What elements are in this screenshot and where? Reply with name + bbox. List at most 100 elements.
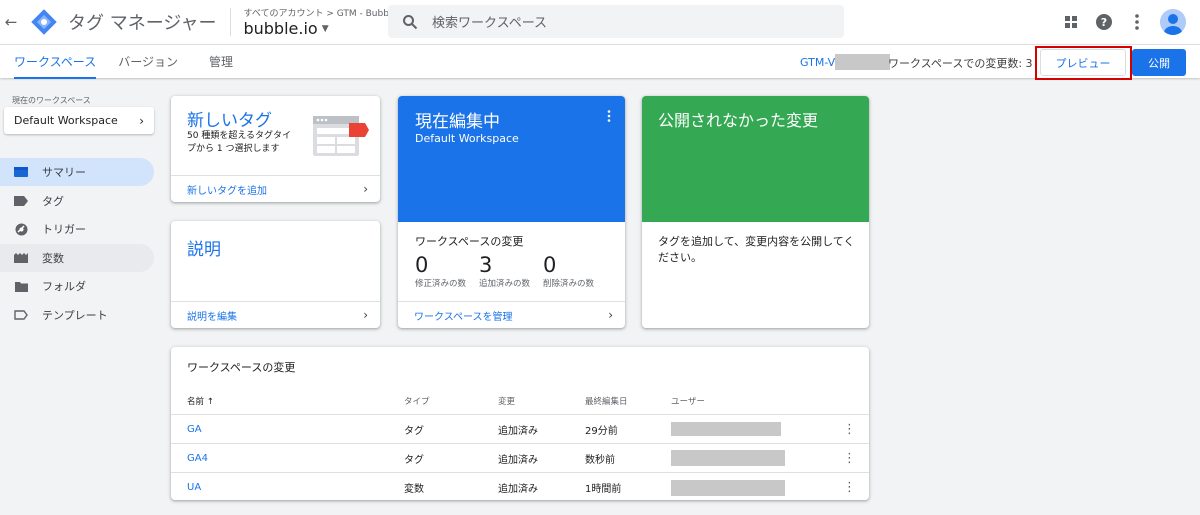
more-vert-icon[interactable]: ⋮ (843, 451, 856, 466)
folder-icon (14, 279, 28, 293)
stat-label: 削除済みの数 (543, 279, 595, 289)
sidebar-nav: サマリー タグ トリガー 変数 フォルダ テンプレート (0, 158, 154, 329)
chevron-right-icon: › (363, 182, 368, 196)
table-row[interactable]: GA タグ 追加済み 29分前 ⋮ (171, 415, 869, 444)
stat-deleted: 0 削除済みの数 (543, 253, 607, 289)
workspace-changes-count: ワークスペースでの変更数: 3 (888, 57, 1033, 70)
workspace-changes-table-card: ワークスペースの変更 名前 ↑ タイプ 変更 最終編集日 ユーザー GA タグ … (171, 347, 869, 500)
redacted-id (835, 54, 891, 70)
current-workspace-label: 現在のワークスペース (12, 96, 91, 105)
trigger-icon (14, 222, 28, 236)
column-header-name[interactable]: 名前 ↑ (187, 395, 214, 407)
description-title: 説明 (187, 240, 221, 260)
new-tag-description: 50 種類を超えるタグタイプから 1 つ選択します (187, 131, 292, 154)
description-footer[interactable]: 説明を編集 › (171, 301, 380, 328)
svg-text:?: ? (1101, 16, 1107, 29)
current-workspace-name: Default Workspace (415, 132, 519, 145)
variables-icon (14, 251, 28, 265)
search-bar[interactable]: 検索ワークスペース (388, 5, 844, 38)
sidebar-item-label: サマリー (42, 166, 86, 179)
currently-editing-title: 現在編集中 (415, 112, 500, 132)
tab-versions[interactable]: バージョン (118, 45, 178, 79)
column-header-user: ユーザー (671, 396, 705, 407)
more-vert-icon[interactable] (1127, 12, 1147, 32)
sidebar-item-templates[interactable]: テンプレート (0, 301, 154, 329)
sidebar-item-folders[interactable]: フォルダ (0, 272, 154, 300)
container-id-label: GTM-V (800, 55, 836, 69)
manage-workspace-link[interactable]: ワークスペースを管理 (414, 308, 513, 323)
row-change: 追加済み (498, 454, 538, 466)
table-title: ワークスペースの変更 (187, 361, 296, 374)
row-name-link[interactable]: GA (187, 424, 202, 435)
summary-icon (14, 165, 28, 179)
tag-icon (14, 194, 28, 208)
tab-workspace[interactable]: ワークスペース (14, 45, 97, 79)
search-placeholder: 検索ワークスペース (432, 16, 548, 31)
sidebar-item-label: 変数 (42, 251, 64, 265)
row-name-link[interactable]: UA (187, 482, 201, 493)
row-name-link[interactable]: GA4 (187, 453, 208, 464)
sidebar-item-label: テンプレート (42, 308, 108, 322)
change-stats: 0 修正済みの数 3 追加済みの数 0 削除済みの数 (415, 253, 607, 289)
currently-editing-card: 現在編集中 Default Workspace ワークスペースの変更 0 修正済… (398, 96, 625, 328)
workspace-name: Default Workspace (14, 114, 118, 127)
workspace-changes-title: ワークスペースの変更 (415, 235, 524, 248)
new-tag-title: 新しいタグ (187, 111, 272, 131)
new-tag-footer[interactable]: 新しいタグを追加 › (171, 175, 380, 202)
sidebar-item-summary[interactable]: サマリー (0, 158, 154, 186)
workspace-tab-bar: ワークスペース バージョン 管理 GTM-V ワークスペースでの変更数: 3 プ… (0, 44, 1200, 80)
top-app-bar: ← タグ マネージャー すべてのアカウント > GTM - Bubble連携 b… (0, 0, 1200, 44)
more-vert-icon[interactable]: ⋮ (843, 422, 856, 437)
arrow-left-icon[interactable]: ← (0, 13, 22, 31)
row-edited: 29分前 (585, 425, 618, 437)
sidebar-item-triggers[interactable]: トリガー (0, 215, 154, 243)
redacted-user (671, 479, 785, 496)
row-type: タグ (404, 425, 424, 437)
caret-down-icon: ▼ (321, 23, 329, 34)
workspace-selector[interactable]: Default Workspace › (4, 107, 154, 134)
sidebar-item-label: トリガー (42, 223, 86, 236)
unpublished-title: 公開されなかった変更 (658, 111, 819, 130)
sidebar-item-tags[interactable]: タグ (0, 187, 154, 215)
search-icon (402, 14, 418, 30)
tag-manager-logo (30, 8, 58, 36)
stat-modified: 0 修正済みの数 (415, 253, 479, 289)
sidebar: 現在のワークスペース Default Workspace › サマリー タグ ト… (0, 78, 160, 515)
row-edited: 数秒前 (585, 454, 615, 466)
stat-label: 追加済みの数 (479, 279, 531, 289)
redacted-user (671, 422, 781, 436)
stat-added: 3 追加済みの数 (479, 253, 543, 289)
table-row[interactable]: GA4 タグ 追加済み 数秒前 ⋮ (171, 444, 869, 473)
more-vert-icon[interactable] (607, 110, 611, 125)
tag-illustration-icon (311, 114, 371, 162)
description-card[interactable]: 説明 説明を編集 › (171, 221, 380, 328)
stat-value: 0 (415, 253, 429, 277)
unpublished-changes-card: 公開されなかった変更 タグを追加して、変更内容を公開してください。 (642, 96, 869, 328)
new-tag-card[interactable]: 新しいタグ 50 種類を超えるタグタイプから 1 つ選択します 新しいタグを追加… (171, 96, 380, 202)
header-divider (230, 8, 232, 36)
edit-description-link[interactable]: 説明を編集 (187, 308, 237, 323)
sidebar-item-label: フォルダ (42, 280, 86, 293)
sidebar-item-variables[interactable]: 変数 (0, 243, 154, 272)
apps-grid-icon[interactable] (1061, 12, 1081, 32)
add-new-tag-link[interactable]: 新しいタグを追加 (187, 182, 267, 197)
account-avatar-icon[interactable] (1160, 9, 1186, 35)
column-header-type: タイプ (404, 396, 430, 407)
row-type: タグ (404, 454, 424, 466)
tab-admin[interactable]: 管理 (209, 45, 233, 79)
column-header-last-edited: 最終編集日 (585, 396, 628, 407)
table-row[interactable]: UA 変数 追加済み 1時間前 ⋮ (171, 473, 869, 500)
help-icon[interactable]: ? (1094, 12, 1114, 32)
manage-workspace-footer[interactable]: ワークスペースを管理 › (398, 301, 625, 328)
row-change: 追加済み (498, 425, 538, 437)
more-vert-icon[interactable]: ⋮ (843, 480, 856, 495)
table-header: 名前 ↑ タイプ 変更 最終編集日 ユーザー (171, 387, 869, 415)
header-actions: ? (1061, 9, 1186, 35)
preview-button[interactable]: プレビュー (1040, 49, 1126, 76)
container-id[interactable]: GTM-V (800, 54, 891, 70)
template-icon (14, 308, 28, 322)
row-edited: 1時間前 (585, 484, 622, 495)
row-type: 変数 (404, 484, 424, 495)
publish-button[interactable]: 公開 (1132, 49, 1186, 76)
unpublished-message: タグを追加して、変更内容を公開してください。 (658, 235, 855, 264)
